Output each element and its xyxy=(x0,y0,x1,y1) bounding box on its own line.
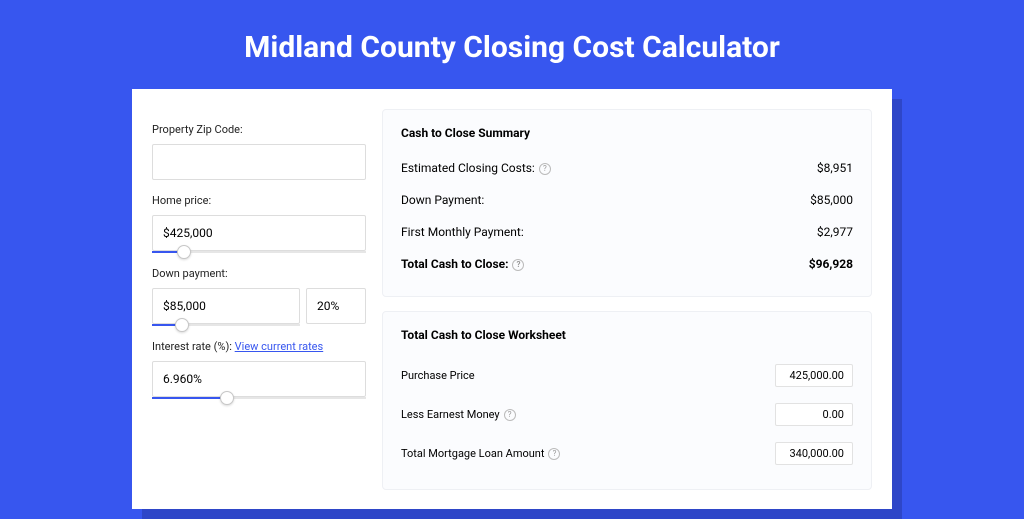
summary-heading: Cash to Close Summary xyxy=(401,126,853,140)
inputs-column: Property Zip Code: Home price: Down paym… xyxy=(152,109,366,489)
home-price-thumb[interactable] xyxy=(177,245,191,259)
zip-input[interactable] xyxy=(152,144,366,180)
home-price-slider[interactable] xyxy=(152,251,366,253)
interest-rate-slider[interactable] xyxy=(152,397,366,399)
summary-card: Cash to Close Summary Estimated Closing … xyxy=(382,109,872,297)
help-icon[interactable]: ? xyxy=(504,409,516,421)
summary-row-value: $96,928 xyxy=(809,257,853,271)
summary-row-label: First Monthly Payment: xyxy=(401,225,524,239)
worksheet-row-value[interactable]: 0.00 xyxy=(775,403,853,426)
summary-row-value: $85,000 xyxy=(810,193,853,207)
summary-row-label: Estimated Closing Costs:? xyxy=(401,161,551,175)
worksheet-row: Purchase Price 425,000.00 xyxy=(401,356,853,395)
summary-row-value: $8,951 xyxy=(817,161,853,175)
zip-label: Property Zip Code: xyxy=(152,123,366,136)
home-price-label: Home price: xyxy=(152,194,366,207)
summary-row-value: $2,977 xyxy=(817,225,853,239)
down-payment-input[interactable] xyxy=(152,288,300,324)
page-title: Midland County Closing Cost Calculator xyxy=(0,0,1024,89)
worksheet-row-label: Total Mortgage Loan Amount? xyxy=(401,447,560,460)
summary-row: Total Cash to Close:? $96,928 xyxy=(401,248,853,280)
worksheet-row-value[interactable]: 340,000.00 xyxy=(775,442,853,465)
down-payment-thumb[interactable] xyxy=(175,318,189,332)
worksheet-row: Total Mortgage Loan Amount? 340,000.00 xyxy=(401,434,853,473)
interest-rate-thumb[interactable] xyxy=(220,391,234,405)
worksheet-row: Less Earnest Money? 0.00 xyxy=(401,395,853,434)
worksheet-card: Total Cash to Close Worksheet Purchase P… xyxy=(382,311,872,490)
down-payment-label: Down payment: xyxy=(152,267,366,280)
down-payment-pct-input[interactable] xyxy=(306,288,366,324)
summary-row: Estimated Closing Costs:? $8,951 xyxy=(401,152,853,184)
summary-row-label: Total Cash to Close:? xyxy=(401,257,524,271)
down-payment-slider[interactable] xyxy=(152,324,300,326)
worksheet-heading: Total Cash to Close Worksheet xyxy=(401,328,853,342)
summary-row: First Monthly Payment: $2,977 xyxy=(401,216,853,248)
interest-rate-label: Interest rate (%): View current rates xyxy=(152,340,366,353)
help-icon[interactable]: ? xyxy=(539,163,551,175)
worksheet-row-label: Less Earnest Money? xyxy=(401,408,516,421)
calculator-panel: Property Zip Code: Home price: Down paym… xyxy=(132,89,892,509)
summary-row: Down Payment: $85,000 xyxy=(401,184,853,216)
help-icon[interactable]: ? xyxy=(512,259,524,271)
results-column: Cash to Close Summary Estimated Closing … xyxy=(382,109,872,489)
summary-row-label: Down Payment: xyxy=(401,193,484,207)
worksheet-row-label: Purchase Price xyxy=(401,369,475,382)
view-rates-link[interactable]: View current rates xyxy=(235,340,324,353)
interest-rate-input[interactable] xyxy=(152,361,366,397)
worksheet-row-value[interactable]: 425,000.00 xyxy=(775,364,853,387)
help-icon[interactable]: ? xyxy=(548,448,560,460)
